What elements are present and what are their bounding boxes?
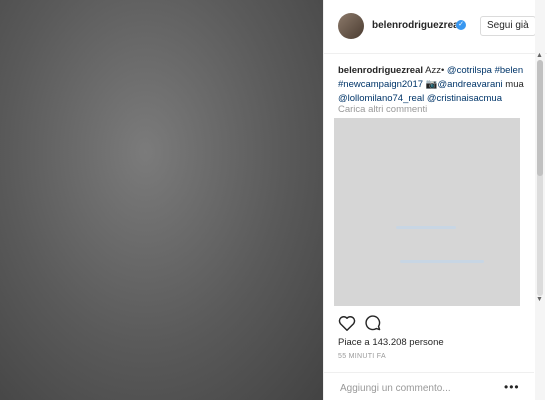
comment-icon[interactable] xyxy=(364,314,381,331)
add-comment-bar: ••• xyxy=(324,372,534,401)
post-timestamp[interactable]: 55 MINUTI FA xyxy=(338,353,386,360)
mention-link[interactable]: @lollomilano74_real xyxy=(338,93,424,104)
scroll-up-arrow-icon[interactable]: ▲ xyxy=(536,52,543,59)
hashtag-link[interactable]: #newcampaign2017 xyxy=(338,79,423,90)
scroll-thumb[interactable] xyxy=(537,60,543,176)
caption-username[interactable]: belenrodriguezreal xyxy=(338,65,423,76)
caption-text: mua xyxy=(502,79,524,90)
scroll-down-arrow-icon[interactable]: ▼ xyxy=(536,296,543,303)
post-header: belenrodriguezreal ✓ Segui già xyxy=(324,0,547,54)
caption-text: Azz• xyxy=(423,65,447,76)
faint-text-line xyxy=(400,260,484,263)
camera-icon: 📷 xyxy=(425,79,438,90)
follow-button[interactable]: Segui già xyxy=(480,16,536,36)
comments-area xyxy=(334,118,520,306)
heart-icon[interactable] xyxy=(338,315,356,331)
load-more-comments-link[interactable]: Carica altri commenti xyxy=(338,104,427,115)
post-caption: belenrodriguezreal Azz• @cotrilspa #bele… xyxy=(338,64,534,106)
post-photo xyxy=(0,0,323,400)
faint-text-line xyxy=(396,226,456,229)
more-options-icon[interactable]: ••• xyxy=(504,380,520,394)
mention-link[interactable]: @cristinaisacmua xyxy=(427,93,502,104)
comment-input[interactable] xyxy=(338,379,492,397)
verified-badge-icon: ✓ xyxy=(456,20,466,30)
username[interactable]: belenrodriguezreal xyxy=(372,20,461,31)
hashtag-link[interactable]: #belen xyxy=(495,65,524,76)
mention-link[interactable]: @andreavarani xyxy=(438,79,503,90)
mention-link[interactable]: @cotrilspa xyxy=(447,65,492,76)
avatar[interactable] xyxy=(338,13,364,39)
like-count[interactable]: Piace a 143.208 persone xyxy=(338,337,444,348)
post-side-panel: belenrodriguezreal ✓ Segui già belenrodr… xyxy=(324,0,547,400)
